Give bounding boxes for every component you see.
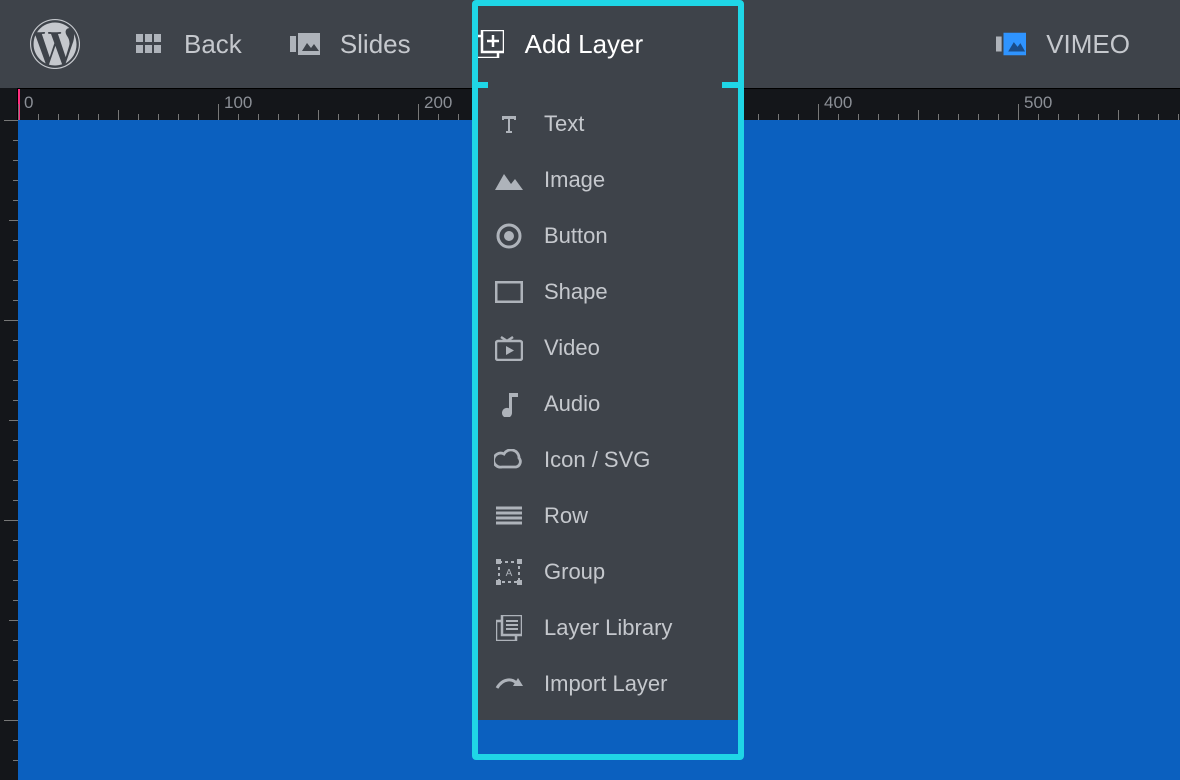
vertical-ruler [0, 120, 18, 780]
importlayer-icon [492, 670, 526, 698]
add-layer-option-label: Button [544, 223, 608, 249]
slides-label: Slides [340, 29, 411, 60]
vimeo-slide-icon [996, 31, 1026, 57]
add-layer-option-label: Group [544, 559, 605, 585]
ruler-h-label: 100 [224, 93, 252, 113]
add-layer-option-import-layer[interactable]: Import Layer [478, 656, 738, 712]
add-layer-option-label: Audio [544, 391, 600, 417]
vimeo-label: VIMEO [1046, 29, 1130, 60]
button-icon [492, 222, 526, 250]
add-layer-option-group[interactable]: A Group [478, 544, 738, 600]
add-layer-option-image[interactable]: Image [478, 152, 738, 208]
add-layer-option-label: Shape [544, 279, 608, 305]
wordpress-icon [30, 19, 80, 69]
ruler-h-label: 0 [24, 93, 33, 113]
ruler-h-label: 400 [824, 93, 852, 113]
row-icon [492, 502, 526, 530]
grid-icon [134, 31, 164, 57]
add-layer-label: Add Layer [525, 29, 644, 60]
add-layer-option-row[interactable]: Row [478, 488, 738, 544]
back-label: Back [184, 29, 242, 60]
layerlibrary-icon [492, 614, 526, 642]
svg-text:A: A [506, 568, 513, 579]
video-icon [492, 334, 526, 362]
add-layer-option-label: Video [544, 335, 600, 361]
add-layer-dropdown: Text Image Button Shape Video Audio Icon / SVG… [478, 88, 738, 720]
add-layer-option-audio[interactable]: Audio [478, 376, 738, 432]
iconsvg-icon [492, 446, 526, 474]
add-layer-option-icon-svg[interactable]: Icon / SVG [478, 432, 738, 488]
ruler-corner [0, 88, 18, 120]
add-layer-option-label: Import Layer [544, 671, 668, 697]
image-icon [492, 166, 526, 194]
add-layer-option-label: Text [544, 111, 584, 137]
add-layer-button[interactable]: Add Layer [435, 0, 674, 88]
add-layer-option-video[interactable]: Video [478, 320, 738, 376]
add-layer-option-text[interactable]: Text [478, 96, 738, 152]
add-layer-option-layer-library[interactable]: Layer Library [478, 600, 738, 656]
add-layer-option-label: Layer Library [544, 615, 672, 641]
main-toolbar: Back Slides Add Layer [0, 0, 1180, 88]
wordpress-logo[interactable] [0, 0, 110, 88]
audio-icon [492, 390, 526, 418]
text-icon [492, 110, 526, 138]
add-layer-icon [475, 31, 505, 57]
group-icon: A [492, 558, 526, 586]
slides-button[interactable]: Slides [266, 0, 435, 88]
add-layer-option-button[interactable]: Button [478, 208, 738, 264]
slides-icon [290, 31, 320, 57]
add-layer-option-label: Image [544, 167, 605, 193]
add-layer-option-label: Icon / SVG [544, 447, 650, 473]
add-layer-option-label: Row [544, 503, 588, 529]
vimeo-button[interactable]: VIMEO [972, 0, 1180, 88]
add-layer-option-shape[interactable]: Shape [478, 264, 738, 320]
shape-icon [492, 278, 526, 306]
ruler-h-label: 200 [424, 93, 452, 113]
back-button[interactable]: Back [110, 0, 266, 88]
ruler-h-label: 500 [1024, 93, 1052, 113]
